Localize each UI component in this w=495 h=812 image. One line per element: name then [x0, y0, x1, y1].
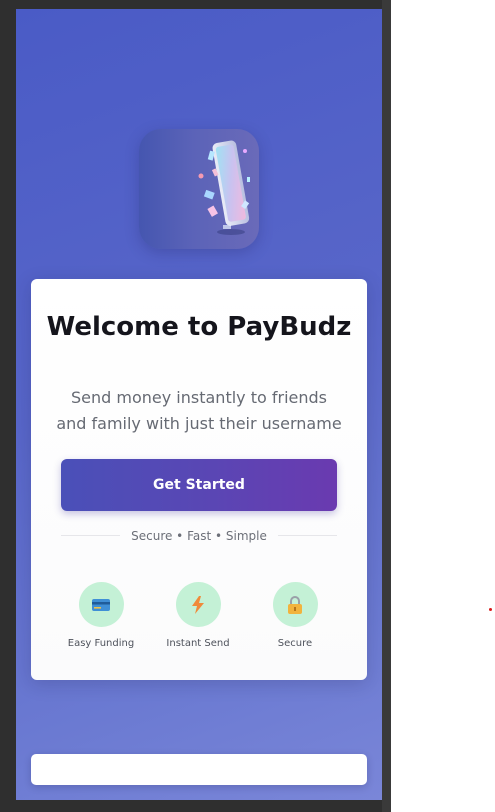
feature-label: Secure — [277, 638, 313, 649]
tagline-divider: Secure • Fast • Simple — [61, 527, 337, 545]
hero-phone-illustration — [139, 129, 259, 249]
lock-icon — [288, 595, 302, 614]
page-subtitle: Send money instantly to friends and fami… — [56, 388, 342, 433]
feature-label: Easy Funding — [67, 638, 135, 649]
page-title: Welcome to PayBudz — [46, 312, 352, 342]
bottom-sheet[interactable] — [31, 754, 367, 785]
feature-easy-funding: Easy Funding — [51, 582, 151, 650]
tagline-text: Secure • Fast • Simple — [131, 529, 267, 543]
cursor-marker — [489, 608, 492, 611]
feature-list: Easy Funding Instant Send Secure — [31, 582, 367, 652]
phone-illustration-icon — [198, 140, 250, 235]
get-started-button[interactable]: Get Started — [61, 459, 337, 511]
feature-icon-circle — [175, 582, 221, 627]
device-frame-edge — [382, 0, 391, 812]
credit-card-icon — [92, 598, 110, 611]
feature-secure: Secure — [245, 582, 345, 650]
feature-icon-circle — [272, 582, 318, 627]
feature-label: Instant Send — [166, 638, 230, 649]
feature-instant-send: Instant Send — [148, 582, 248, 650]
app-viewport: Welcome to PayBudz Send money instantly … — [16, 9, 382, 800]
feature-icon-circle — [78, 582, 124, 627]
lightning-icon — [192, 595, 204, 614]
divider-line-right — [278, 535, 337, 536]
welcome-card: Welcome to PayBudz Send money instantly … — [31, 279, 367, 680]
